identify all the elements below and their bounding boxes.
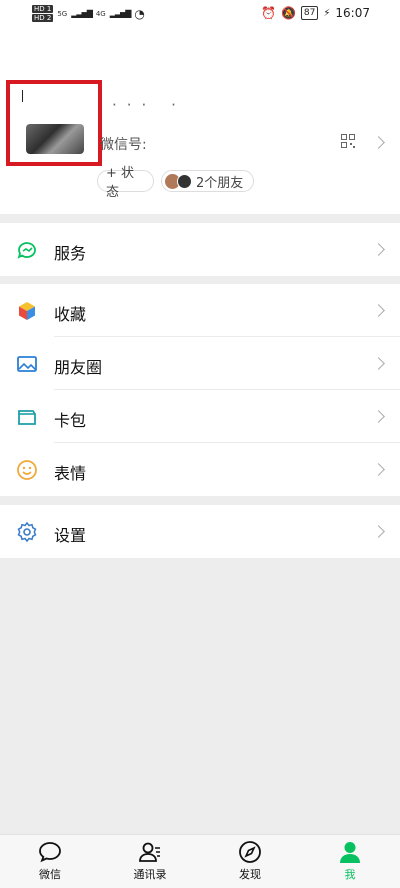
mute-icon: 🔕 [280, 6, 296, 20]
stickers-smile-icon [17, 460, 37, 480]
hd2-badge: HD 2 [32, 14, 54, 22]
friends-chip[interactable]: 2个朋友 [161, 170, 254, 192]
chat-bubble-icon [39, 842, 61, 863]
features-group: 收藏 朋友圈 卡包 表情 [0, 284, 400, 496]
avatar[interactable] [26, 124, 84, 154]
tab-label-contacts: 通讯录 [133, 868, 167, 881]
signal-icon: 5G [57, 9, 68, 18]
chevron-right-icon [372, 243, 385, 256]
alarm-icon: ⏰ [261, 6, 276, 20]
tab-label-me: 我 [344, 868, 356, 881]
status-bar: HD 1 HD 2 5G ▂▃▅▇ 4G ▂▃▅▇ ◔ ⏰ 🔕 87 ⚡ 16:… [0, 0, 400, 28]
menu-label-stickers: 表情 [54, 464, 87, 483]
contacts-icon [139, 842, 160, 862]
wifi-icon: ◔ [134, 6, 145, 21]
tab-label-discover: 发现 [239, 868, 261, 881]
menu-label-services: 服务 [54, 244, 87, 263]
status-right: ⏰ 🔕 87 ⚡ 16:07 [261, 6, 370, 20]
menu-label-cards: 卡包 [54, 411, 87, 430]
menu-item-favorites[interactable]: 收藏 [0, 284, 400, 337]
tab-contacts[interactable]: 通讯录 [110, 839, 190, 882]
menu-label-favorites: 收藏 [54, 305, 87, 324]
signal-bars-icon: ▂▃▅▇ [71, 9, 93, 18]
menu-item-stickers[interactable]: 表情 [0, 443, 400, 496]
network-type: 4G [95, 9, 106, 18]
chevron-right-icon [372, 410, 385, 423]
qr-code-icon[interactable] [341, 134, 355, 148]
chevron-right-icon [372, 525, 385, 538]
menu-label-settings: 设置 [54, 526, 87, 545]
status-button[interactable]: + 状态 [97, 166, 154, 200]
tab-chats[interactable]: 微信 [10, 839, 90, 882]
settings-gear-icon [17, 521, 37, 543]
compass-icon [239, 841, 261, 863]
friends-chip-label: 2个朋友 [196, 175, 244, 191]
favorites-cube-icon [19, 302, 35, 320]
services-group: 服务 [0, 223, 400, 276]
hd-badges: HD 1 HD 2 [32, 5, 54, 22]
friend-avatar-2 [177, 173, 192, 189]
status-left: HD 1 HD 2 5G ▂▃▅▇ 4G ▂▃▅▇ ◔ [32, 5, 145, 22]
settings-group: 设置 [0, 505, 400, 558]
moments-image-icon [17, 356, 37, 372]
chevron-right-icon [372, 357, 385, 370]
clock: 16:07 [335, 6, 370, 20]
chevron-right-icon [372, 463, 385, 476]
charging-icon: ⚡ [323, 7, 331, 19]
battery-indicator: 87 [300, 6, 319, 20]
hd1-badge: HD 1 [32, 5, 54, 13]
cards-wallet-icon [18, 410, 36, 425]
menu-item-settings[interactable]: 设置 [0, 505, 400, 558]
menu-item-services[interactable]: 服务 [0, 223, 400, 276]
profile-header[interactable]: ··· · 微信号: + 状态 2个朋友 [0, 28, 400, 214]
nickname: ··· · [112, 96, 186, 114]
bottom-tab-bar: 微信 通讯录 发现 我 [0, 834, 400, 888]
tab-discover[interactable]: 发现 [210, 839, 290, 882]
avatar-highlight-box [6, 80, 102, 166]
cursor-mark [22, 90, 23, 102]
profile-chevron-icon [372, 136, 385, 149]
chevron-right-icon [372, 304, 385, 317]
services-icon [17, 242, 36, 259]
signal-bars-icon-2: ▂▃▅▇ [109, 9, 132, 18]
menu-item-cards[interactable]: 卡包 [0, 390, 400, 443]
tab-me[interactable]: 我 [310, 839, 390, 882]
wechat-id-label: 微信号: [100, 137, 147, 153]
person-icon [340, 842, 360, 863]
menu-item-moments[interactable]: 朋友圈 [0, 337, 400, 390]
tab-label-chats: 微信 [39, 868, 61, 881]
menu-label-moments: 朋友圈 [54, 358, 103, 377]
